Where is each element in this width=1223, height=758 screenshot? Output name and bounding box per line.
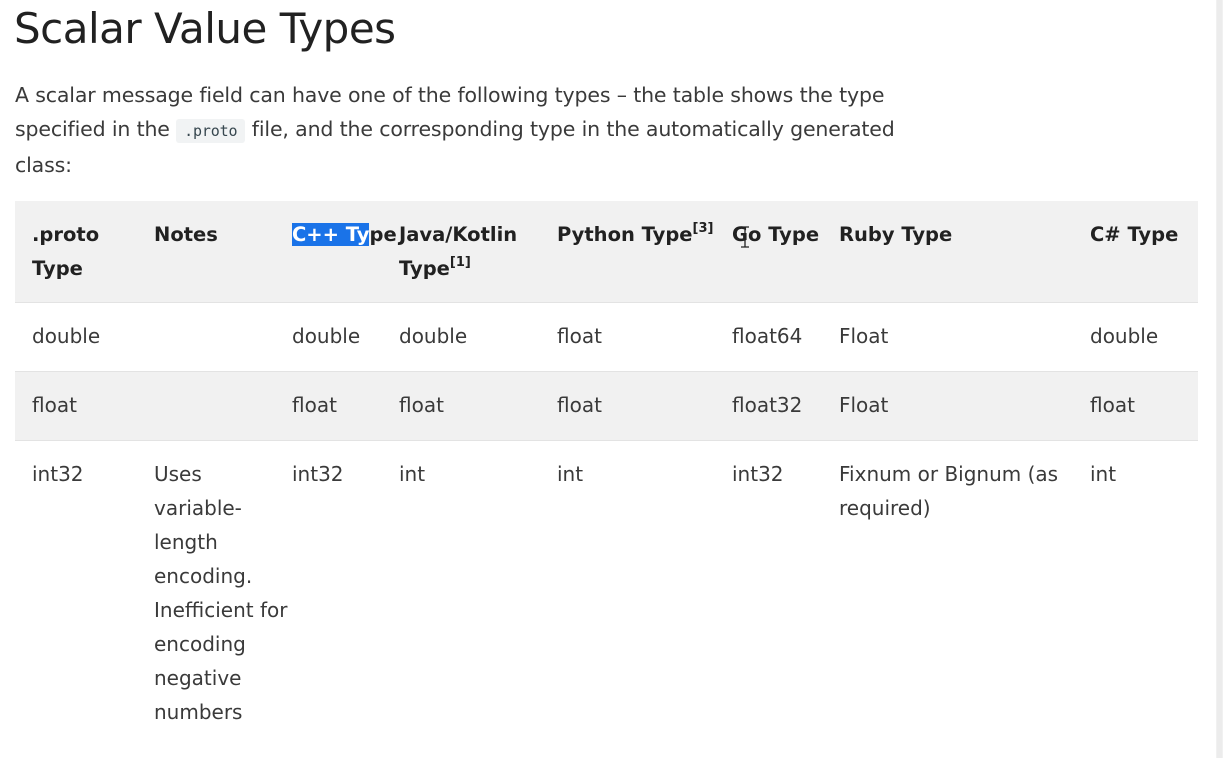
table-row: double double double float float64 Float… — [15, 302, 1198, 372]
header-notes: Notes — [154, 223, 218, 246]
cell-go: float32 — [732, 371, 839, 441]
cell-notes — [154, 371, 292, 441]
table-row: float float float float float32 Float fl… — [15, 371, 1198, 441]
scalar-types-table: .proto Type Notes C++ Type Java/Kotlin T… — [15, 201, 1198, 747]
selected-text: C++ Ty — [292, 223, 370, 246]
inline-code-proto: .proto — [176, 119, 246, 143]
header-ruby-type: Ruby Type — [839, 223, 953, 246]
header-cpp-type: C++ Type — [292, 201, 399, 303]
header-proto-type: .proto Type — [32, 223, 100, 280]
scrollbar-thumb[interactable] — [1217, 0, 1222, 758]
cell-csharp: float — [1090, 371, 1198, 441]
cell-proto: double — [15, 302, 154, 372]
cell-ruby: Float — [839, 302, 1090, 372]
cell-python: int — [557, 440, 732, 747]
cell-cpp: double — [292, 302, 399, 372]
table-body: double double double float float64 Float… — [15, 302, 1198, 747]
cell-ruby: Float — [839, 371, 1090, 441]
cell-proto: int32 — [15, 440, 154, 747]
cell-java: int — [399, 440, 557, 747]
header-python-type: Python Type[3] — [557, 201, 732, 303]
cell-go: float64 — [732, 302, 839, 372]
header-java-type: Java/Kotlin Type[1] — [399, 201, 557, 303]
table-row: int32 Uses variable-length encoding. Ine… — [15, 440, 1198, 747]
cell-proto: float — [15, 371, 154, 441]
table-header: .proto Type Notes C++ Type Java/Kotlin T… — [15, 201, 1198, 303]
cell-go: int32 — [732, 440, 839, 747]
header-java-label: Java/Kotlin Type — [399, 223, 518, 280]
scrollbar[interactable] — [1216, 0, 1223, 758]
cell-ruby: Fixnum or Bignum (as required) — [839, 440, 1090, 747]
header-python-label: Python Type — [557, 223, 693, 246]
cell-cpp: int32 — [292, 440, 399, 747]
cell-csharp: int — [1090, 440, 1198, 747]
footnote-1-link[interactable]: [1] — [450, 255, 471, 270]
header-csharp-type: C# Type — [1090, 223, 1179, 246]
doc-page: Scalar Value Types A scalar message fiel… — [0, 0, 1223, 758]
table-header-row: .proto Type Notes C++ Type Java/Kotlin T… — [15, 201, 1198, 303]
cell-python: float — [557, 371, 732, 441]
page-title: Scalar Value Types — [14, 4, 396, 53]
footnote-3-link[interactable]: [3] — [693, 221, 714, 236]
header-go-type: Go Type — [732, 223, 820, 246]
intro-paragraph: A scalar message field can have one of t… — [15, 78, 945, 182]
cell-csharp: double — [1090, 302, 1198, 372]
cell-python: float — [557, 302, 732, 372]
cell-notes — [154, 302, 292, 372]
cell-java: double — [399, 302, 557, 372]
cell-notes: Uses variable-length encoding. Inefficie… — [154, 440, 292, 747]
header-cpp-rest: pe — [369, 223, 397, 246]
cell-cpp: float — [292, 371, 399, 441]
cell-java: float — [399, 371, 557, 441]
